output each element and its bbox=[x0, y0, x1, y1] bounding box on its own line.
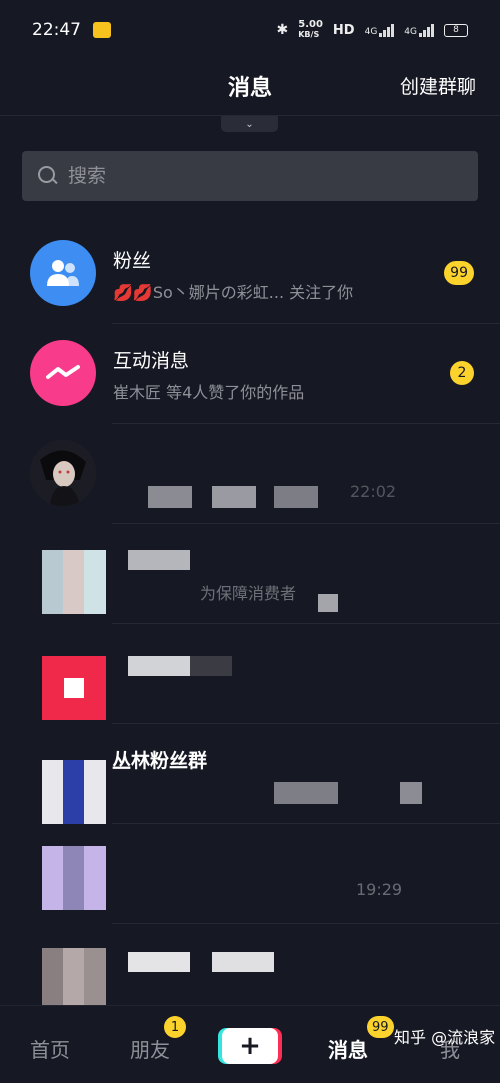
search-bar[interactable] bbox=[22, 151, 478, 201]
blurred-avatar bbox=[42, 760, 106, 824]
net-speed-value: 5.00 bbox=[298, 19, 323, 30]
message-row-obscured-5[interactable]: 19:29 bbox=[0, 824, 500, 924]
blurred-name bbox=[128, 656, 190, 676]
nav-messages[interactable]: 消息 bbox=[328, 1034, 368, 1063]
battery-level: 8 bbox=[453, 25, 459, 35]
app-notification-icon bbox=[93, 22, 111, 38]
message-row-fans[interactable]: 粉丝 💋💋So丶娜片の彩虹... 关注了你 99 bbox=[0, 224, 500, 324]
message-preview: 💋💋So丶娜片の彩虹... 关注了你 bbox=[113, 283, 354, 302]
blurred-name bbox=[190, 656, 232, 676]
message-row-obscured-2[interactable]: 为保障消费者 bbox=[0, 524, 500, 624]
message-row-obscured-4[interactable]: 丛林粉丝群 bbox=[0, 724, 500, 824]
watermark: 知乎 @流浪家 bbox=[394, 1028, 496, 1047]
blurred-avatar bbox=[42, 656, 106, 720]
battery-icon: 8 bbox=[444, 23, 468, 37]
blurred-avatar bbox=[42, 846, 106, 910]
unread-count-badge: 2 bbox=[450, 361, 474, 385]
bluetooth-icon: ✱ bbox=[276, 22, 289, 38]
message-name: 互动消息 bbox=[113, 350, 190, 372]
nav-home[interactable]: 首页 bbox=[30, 1034, 70, 1063]
message-row-interactions[interactable]: 互动消息 崔木匠 等4人赞了你的作品 2 bbox=[0, 324, 500, 424]
pull-down-handle[interactable]: ⌄ bbox=[221, 116, 278, 132]
signal-label-2: 4G bbox=[404, 27, 417, 37]
user-avatar bbox=[30, 440, 96, 506]
status-time: 22:47 bbox=[32, 20, 81, 40]
chevron-down-icon: ⌄ bbox=[245, 118, 254, 130]
status-bar: 22:47 ✱ 5.00 KB/S HD 4G 4G 8 bbox=[0, 0, 500, 60]
message-preview: 崔木匠 等4人赞了你的作品 bbox=[113, 383, 305, 402]
unread-count-badge: 99 bbox=[444, 261, 474, 285]
messages-badge: 99 bbox=[367, 1016, 394, 1038]
header: 消息 创建群聊 bbox=[0, 60, 500, 116]
create-group-button[interactable]: 创建群聊 bbox=[400, 72, 476, 99]
blurred-name bbox=[212, 952, 274, 972]
search-input[interactable] bbox=[68, 165, 448, 187]
search-icon bbox=[38, 166, 58, 186]
blurred-name bbox=[128, 550, 190, 570]
status-icons: ✱ 5.00 KB/S HD 4G 4G 8 bbox=[276, 20, 468, 40]
create-button[interactable]: + bbox=[222, 1028, 278, 1064]
fans-avatar bbox=[30, 240, 96, 306]
people-icon bbox=[47, 260, 79, 286]
signal-icon-2: 4G bbox=[404, 23, 434, 37]
blurred-preview bbox=[274, 486, 318, 508]
net-speed-unit: KB/S bbox=[298, 30, 320, 39]
nav-friends[interactable]: 朋友 bbox=[130, 1034, 170, 1063]
interactions-avatar bbox=[30, 340, 96, 406]
message-row-obscured-1[interactable]: 22:02 bbox=[0, 424, 500, 524]
plus-icon: + bbox=[239, 1031, 261, 1061]
message-name: 粉丝 bbox=[113, 250, 152, 272]
blurred-avatar bbox=[42, 550, 106, 614]
friends-badge: 1 bbox=[164, 1016, 186, 1038]
zigzag-icon bbox=[46, 365, 80, 379]
blurred-preview bbox=[274, 782, 338, 804]
message-time: 22:02 bbox=[350, 482, 397, 501]
hd-label: HD bbox=[332, 22, 355, 38]
signal-icon-1: 4G bbox=[365, 23, 395, 37]
blurred-preview bbox=[212, 486, 256, 508]
blurred-preview bbox=[318, 594, 338, 612]
blurred-avatar bbox=[42, 948, 106, 1012]
blurred-name bbox=[128, 952, 190, 972]
blurred-preview bbox=[400, 782, 422, 804]
message-preview: 为保障消费者 bbox=[200, 584, 297, 603]
message-row-obscured-3[interactable] bbox=[0, 624, 500, 724]
blurred-name bbox=[148, 486, 192, 508]
message-name: 丛林粉丝群 bbox=[112, 750, 208, 772]
signal-label-1: 4G bbox=[364, 27, 378, 37]
anime-avatar-image bbox=[30, 440, 96, 506]
message-time: 19:29 bbox=[356, 880, 403, 899]
network-speed: 5.00 KB/S bbox=[298, 20, 323, 40]
